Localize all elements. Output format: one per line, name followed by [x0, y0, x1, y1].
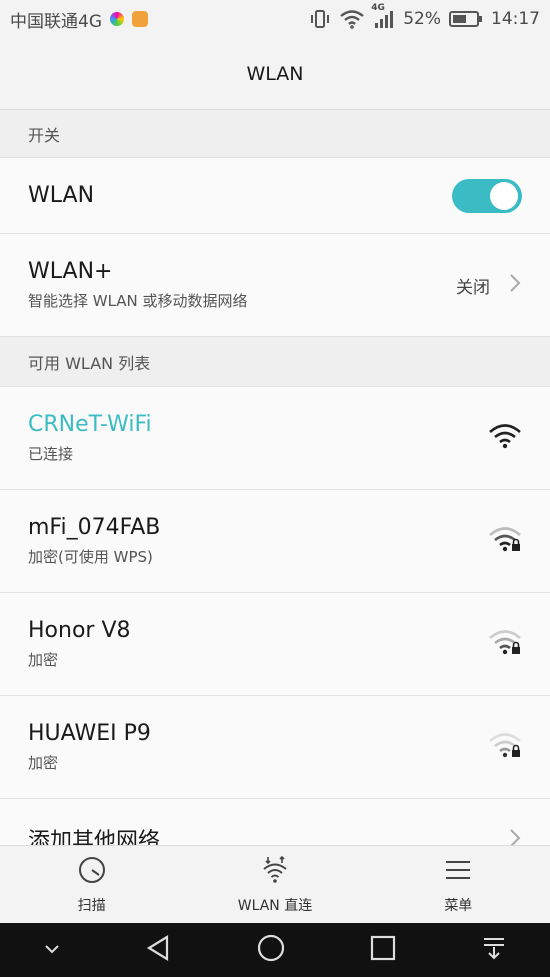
chevron-down-icon[interactable] [42, 941, 62, 960]
network-badge: 4G [371, 3, 385, 13]
network-row-crnet[interactable]: CRNeT-WiFi 已连接 [0, 387, 550, 490]
toggle-knob [490, 181, 518, 210]
wlan-plus-value: 关闭 [456, 277, 490, 298]
section-header-switch: 开关 [0, 110, 550, 158]
wifi-locked-icon [488, 525, 522, 557]
network-row-honor[interactable]: Honor V8 加密 [0, 593, 550, 696]
wlan-plus-title: WLAN+ [28, 259, 113, 284]
home-icon[interactable] [256, 933, 286, 967]
network-status: 加密 [28, 651, 59, 669]
wlan-plus-row[interactable]: WLAN+ 智能选择 WLAN 或移动数据网络 关闭 [0, 234, 550, 337]
notification-pull-icon[interactable] [480, 934, 508, 966]
wlan-direct-label: WLAN 直连 [237, 897, 313, 914]
wifi-icon [339, 9, 365, 29]
wlan-switch-label: WLAN [28, 183, 95, 208]
status-bar: 中国联通4G 4G 52% 14:17 [0, 0, 550, 38]
section-header-list: 可用 WLAN 列表 [0, 337, 550, 387]
battery-icon [449, 10, 483, 28]
network-status: 已连接 [28, 445, 74, 463]
network-row-mfi[interactable]: mFi_074FAB 加密(可使用 WPS) [0, 490, 550, 593]
network-status: 加密 [28, 754, 59, 772]
network-name: HUAWEI P9 [28, 721, 151, 746]
scan-icon [77, 855, 107, 889]
wlan-plus-subtitle: 智能选择 WLAN 或移动数据网络 [28, 292, 248, 310]
wifi-locked-icon [488, 628, 522, 660]
wlan-toggle[interactable] [452, 178, 522, 213]
app-notification-icon [110, 12, 124, 26]
clock: 14:17 [491, 9, 540, 29]
back-icon[interactable] [145, 934, 173, 966]
navigation-bar [0, 923, 550, 977]
network-name: CRNeT-WiFi [28, 412, 152, 437]
bottom-toolbar: 扫描 WLAN 直连 菜单 [0, 845, 550, 923]
battery-percent: 52% [403, 9, 441, 29]
chevron-right-icon [508, 272, 522, 299]
signal-icon: 4G [371, 3, 395, 29]
recents-icon[interactable] [369, 934, 397, 966]
network-row-huawei[interactable]: HUAWEI P9 加密 [0, 696, 550, 799]
scan-button[interactable]: 扫描 [32, 855, 152, 915]
network-status: 加密(可使用 WPS) [28, 548, 153, 566]
vibrate-icon [309, 9, 331, 29]
wlan-direct-icon [260, 855, 290, 889]
wlan-direct-button[interactable]: WLAN 直连 [215, 855, 335, 915]
network-name: Honor V8 [28, 618, 131, 643]
page-title: WLAN [246, 62, 304, 85]
wlan-switch-row[interactable]: WLAN [0, 158, 550, 234]
wifi-locked-icon [488, 731, 522, 763]
section-header-list-label: 可用 WLAN 列表 [28, 353, 151, 373]
wifi-signal-icon [488, 422, 522, 454]
scan-label: 扫描 [77, 897, 106, 914]
section-header-switch-label: 开关 [28, 125, 61, 145]
network-name: mFi_074FAB [28, 515, 161, 540]
title-bar: WLAN [0, 38, 550, 110]
screen: 中国联通4G 4G 52% 14:17 WLAN 开关 WLAN WLAN+ 智… [0, 0, 550, 977]
menu-button[interactable]: 菜单 [398, 855, 518, 915]
app-notification-icon-2 [132, 11, 148, 27]
carrier-label: 中国联通4G [10, 11, 102, 32]
menu-icon [443, 855, 473, 889]
menu-label: 菜单 [444, 897, 473, 914]
